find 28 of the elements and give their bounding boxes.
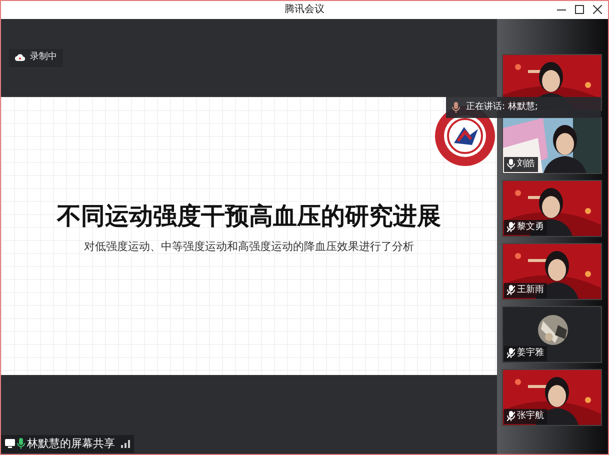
muted-microphone-icon	[507, 348, 515, 358]
participant-tile[interactable]: 黎文勇	[502, 180, 602, 237]
share-label: 林默慧的屏幕共享	[27, 436, 115, 452]
slide-subtitle: 对低强度运动、中等强度运动和高强度运动的降血压效果进行了分析	[84, 238, 414, 255]
name-text: 姜宇雅	[517, 346, 544, 360]
participant-tile[interactable]: 刘皓	[502, 117, 602, 174]
speaking-label: 正在讲话: 林默慧;	[466, 100, 538, 114]
name-text: 张宇航	[517, 410, 544, 422]
microphone-icon	[452, 102, 460, 113]
muted-microphone-icon	[507, 222, 515, 232]
slide-title: 不同运动强度干预高血压的研究进展	[57, 202, 441, 231]
signal-icon	[121, 440, 130, 448]
microphone-icon	[507, 159, 515, 170]
maximize-icon[interactable]	[575, 5, 584, 14]
participant-tile[interactable]: 王新雨	[502, 243, 602, 300]
cloud-icon	[15, 54, 25, 61]
screen-icon	[5, 439, 15, 448]
participant-tile[interactable]: 姜宇雅	[502, 306, 602, 363]
name-text: 刘皓	[517, 158, 535, 170]
muted-microphone-icon	[507, 411, 515, 422]
close-icon[interactable]	[593, 5, 602, 14]
microphone-icon	[17, 438, 25, 450]
muted-microphone-icon	[507, 285, 515, 296]
name-text: 王新雨	[517, 284, 544, 296]
recording-badge[interactable]: 录制中	[9, 48, 63, 66]
window-title: 腾讯会议	[284, 2, 324, 17]
participant-tile[interactable]: 张宇航	[502, 369, 602, 426]
name-text: 黎文勇	[517, 220, 544, 234]
